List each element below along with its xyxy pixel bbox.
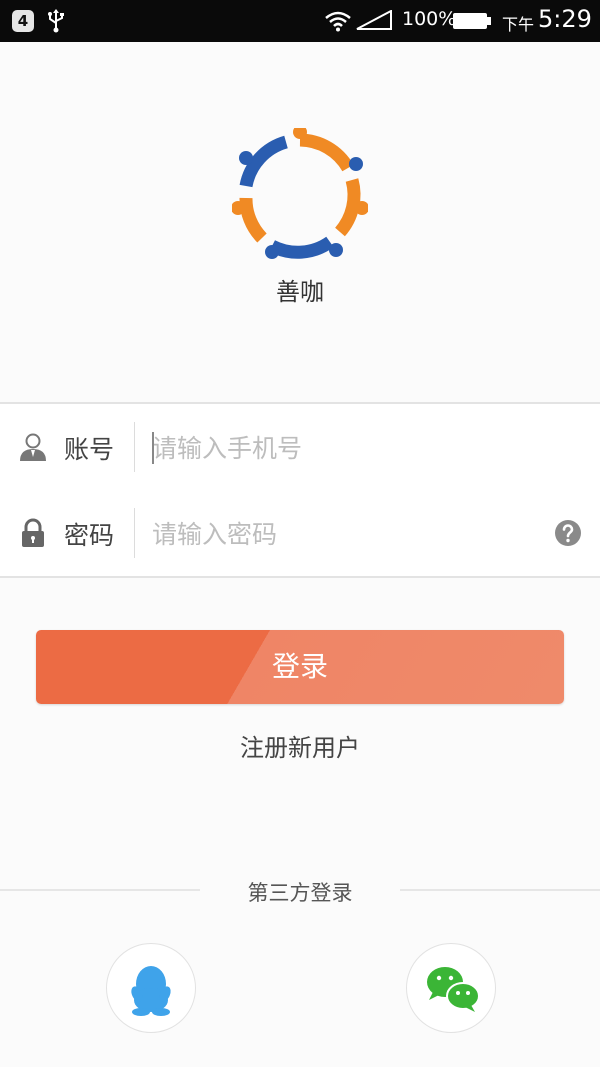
third-party-title: 第三方登录 [247, 881, 353, 905]
notification-badge: 4 [12, 10, 34, 32]
wechat-icon [427, 967, 480, 1012]
wechat-login-button[interactable] [406, 943, 496, 1033]
divider-line-left [0, 889, 200, 891]
status-bar: 4 100% 下午 5:29 [0, 0, 600, 42]
divider-line-right [400, 889, 600, 891]
field-divider [134, 422, 135, 472]
account-row: 账号 [0, 402, 600, 492]
clock-ampm: 下午 [502, 15, 535, 34]
qq-icon [131, 966, 171, 1016]
password-input[interactable] [150, 508, 544, 560]
lock-icon [22, 518, 44, 547]
wifi-icon [325, 11, 351, 32]
app-logo [232, 128, 368, 259]
phone-input[interactable] [150, 422, 544, 474]
register-link[interactable]: 注册新用户 [0, 728, 600, 763]
signal-icon [356, 10, 392, 30]
usb-icon [48, 9, 64, 33]
qq-login-button[interactable] [106, 943, 196, 1033]
clock-time: 5:29 [538, 5, 592, 33]
user-icon [20, 433, 46, 461]
question-icon[interactable] [554, 519, 582, 547]
login-button[interactable]: 登录 [36, 630, 564, 704]
password-label: 密码 [64, 521, 115, 550]
logo-ring [239, 133, 361, 259]
battery-percent: 100% [402, 8, 457, 30]
account-label: 账号 [64, 435, 115, 464]
password-row: 密码 [0, 490, 600, 578]
app-name: 善咖 [276, 278, 324, 306]
field-divider [134, 508, 135, 558]
text-cursor [152, 432, 154, 464]
battery-icon [453, 13, 491, 29]
